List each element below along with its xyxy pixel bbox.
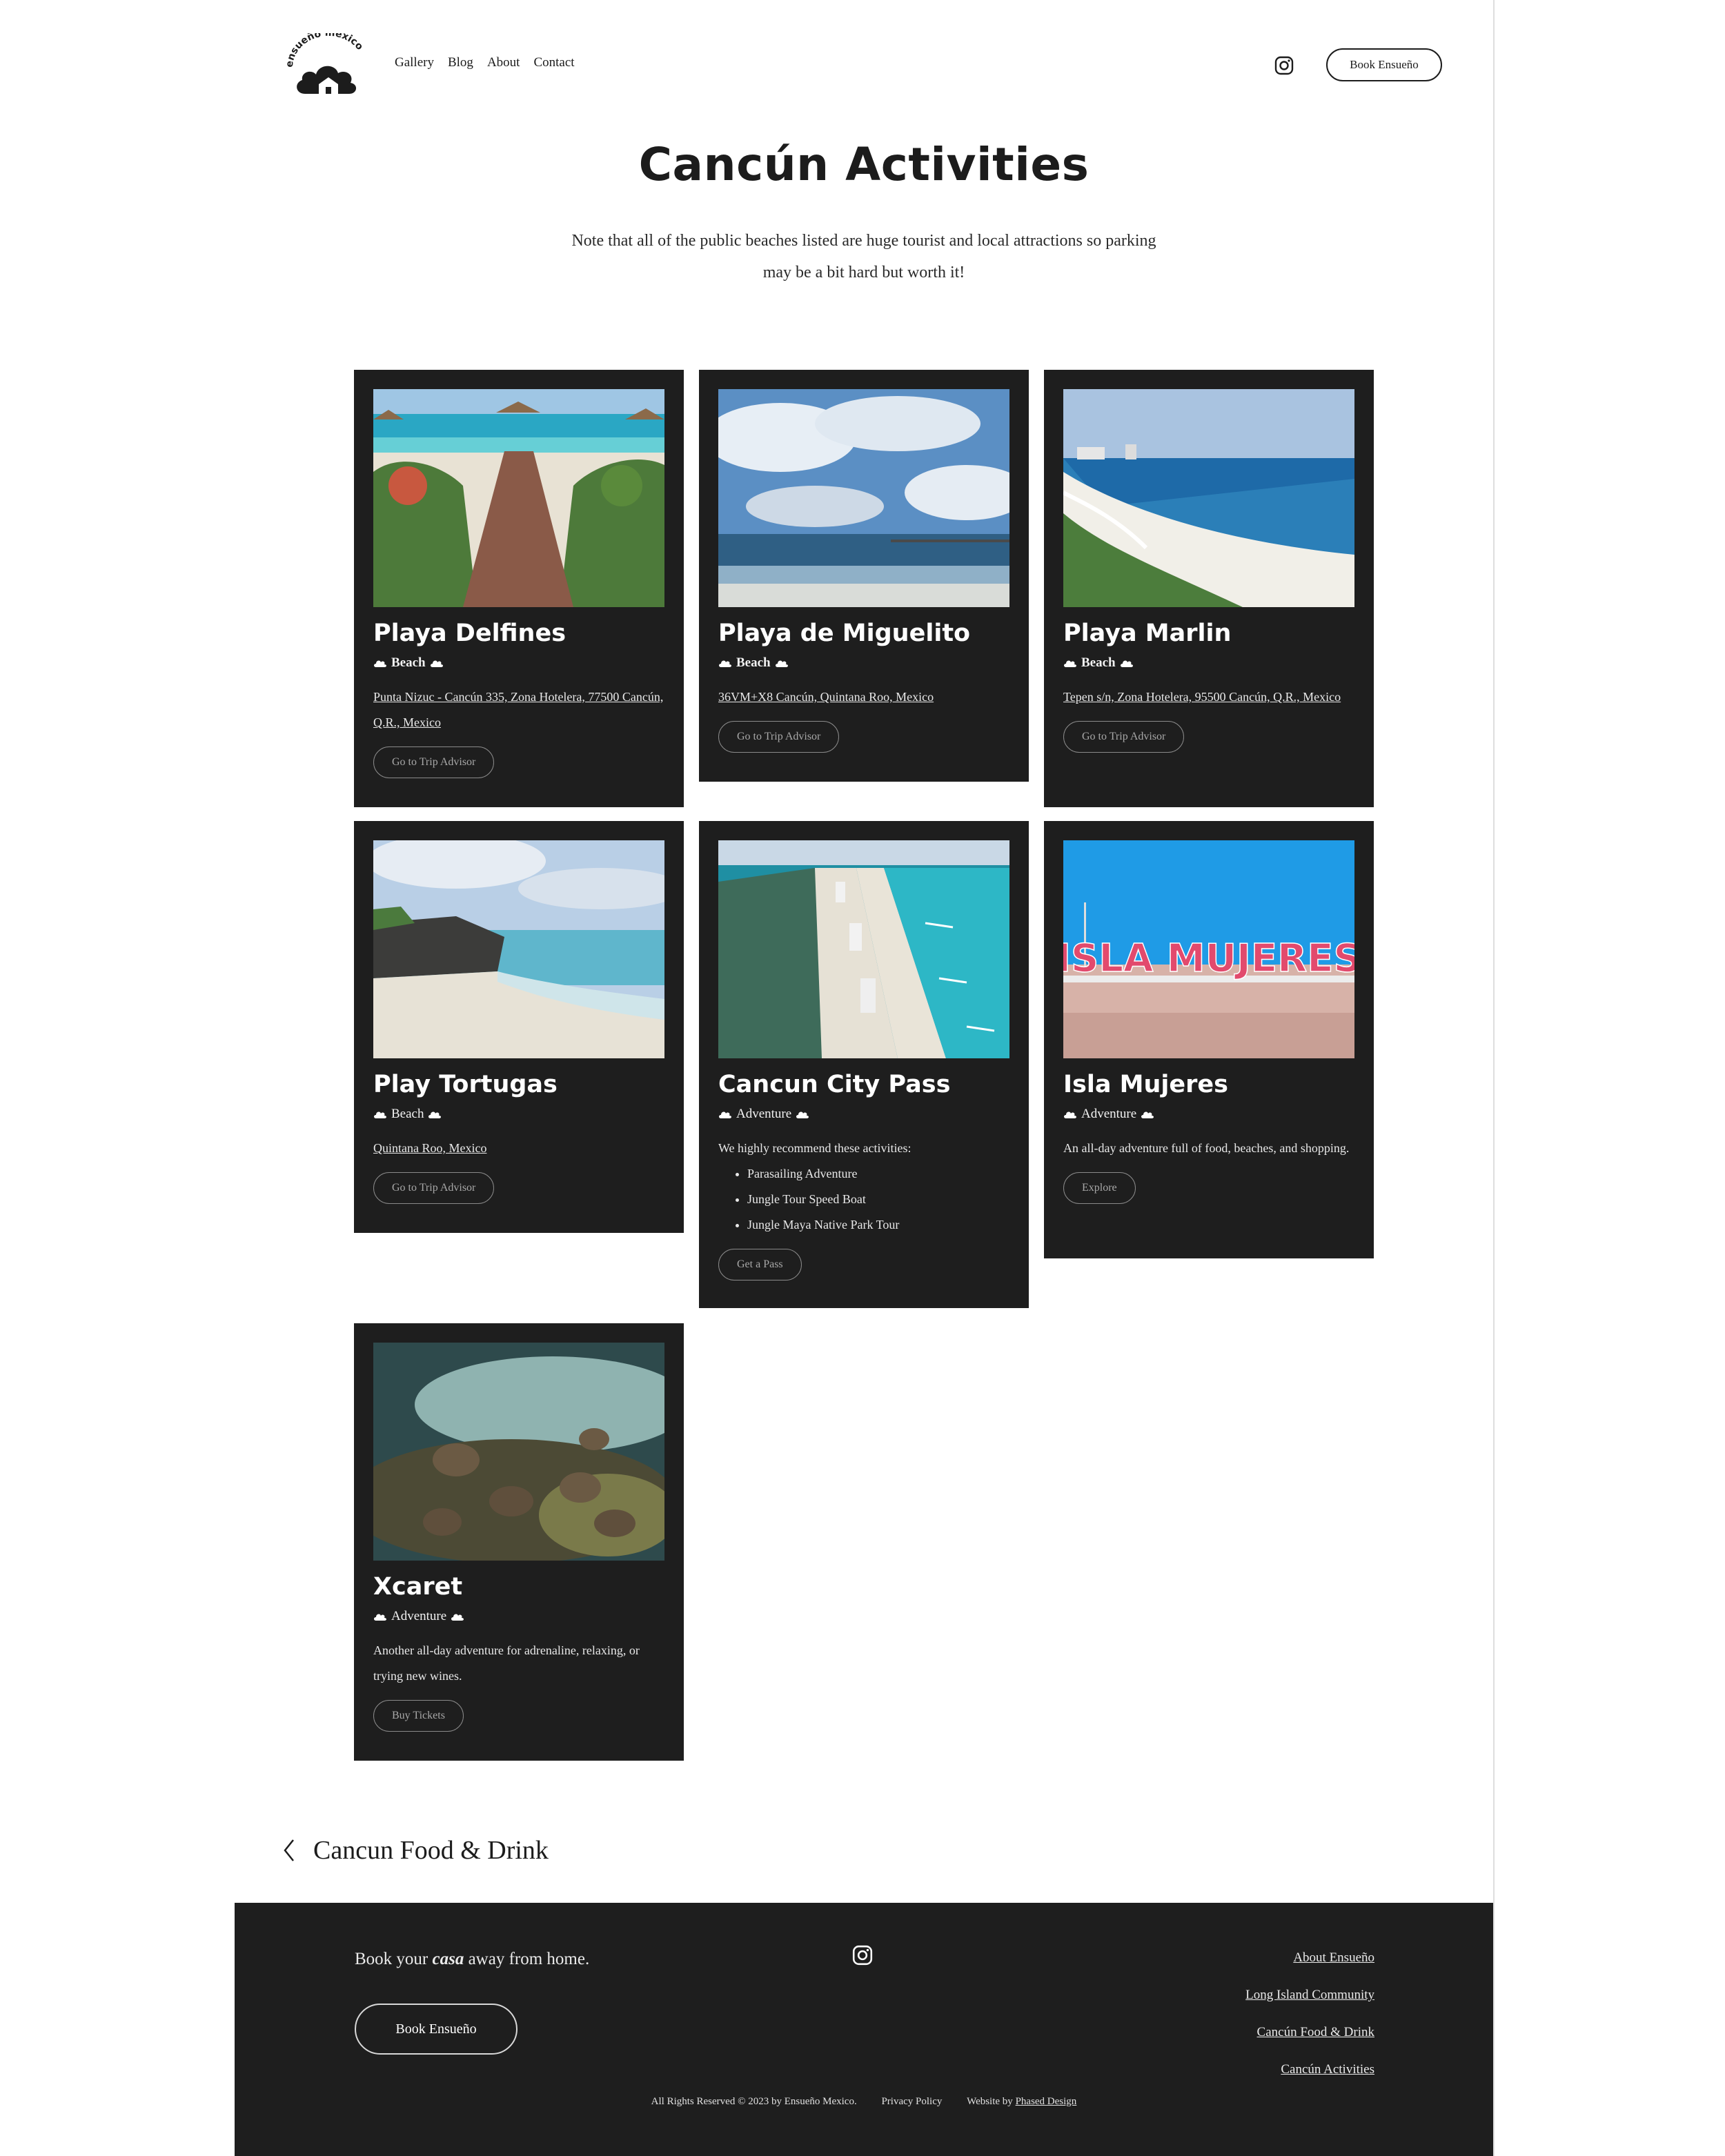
card-title: Xcaret — [373, 1573, 463, 1601]
card-tag: Adventure — [373, 1606, 664, 1627]
cloud-icon — [451, 1614, 464, 1621]
previous-post-link[interactable]: Cancun Food & Drink — [283, 1835, 549, 1866]
instagram-icon[interactable] — [1274, 55, 1294, 76]
activity-card: Playa Delfines Beach Punta Nizuc - Cancú… — [354, 370, 684, 807]
nav-gallery[interactable]: Gallery — [395, 55, 434, 70]
explore-button[interactable]: Explore — [1063, 1172, 1136, 1204]
svg-text:ISLA MUJERES: ISLA MUJERES — [1063, 936, 1354, 981]
main-nav: Gallery Blog About Contact — [395, 55, 575, 70]
card-tag: Beach — [1063, 653, 1354, 673]
svg-text:ensueño mexico: ensueño mexico — [284, 33, 366, 68]
beach-boardwalk-photo — [373, 389, 664, 607]
card-title: Playa Delfines — [373, 620, 566, 647]
cloud-icon — [1064, 660, 1076, 667]
footer: Book your casa away from home. Book Ensu… — [235, 1903, 1493, 2156]
card-tag: Adventure — [718, 1104, 1009, 1125]
footer-link-food-drink[interactable]: Cancún Food & Drink — [1245, 2023, 1374, 2041]
activity-card: Play Tortugas Beach Quintana Roo, Mexico… — [354, 821, 684, 1233]
cloud-icon — [1141, 1111, 1154, 1118]
page: ensueño mexico Gallery Blog About Contac… — [235, 0, 1495, 2156]
card-address-link[interactable]: 36VM+X8 Cancún, Quintana Roo, Mexico — [718, 684, 1009, 710]
footer-book-button[interactable]: Book Ensueño — [355, 2004, 518, 2055]
activity-card: Xcaret Adventure Another all-day adventu… — [354, 1323, 684, 1761]
cloud-icon — [428, 1111, 442, 1118]
card-tag: Beach — [373, 1104, 664, 1125]
card-title: Cancun City Pass — [718, 1071, 951, 1098]
get-pass-button[interactable]: Get a Pass — [718, 1249, 802, 1280]
isla-mujeres-sign-photo: ISLA MUJERES — [1063, 840, 1354, 1058]
trip-advisor-button[interactable]: Go to Trip Advisor — [1063, 721, 1185, 753]
activity-card: Playa Marlin Beach Tepen s/n, Zona Hotel… — [1044, 370, 1374, 807]
footer-tagline: Book your casa away from home. — [355, 1950, 590, 1968]
card-address-link[interactable]: Tepen s/n, Zona Hotelera, 95500 Cancún, … — [1063, 684, 1354, 710]
trip-advisor-button[interactable]: Go to Trip Advisor — [718, 721, 840, 753]
aerial-hotel-zone-photo — [718, 840, 1009, 1058]
beach-rocks-photo — [373, 840, 664, 1058]
card-title: Playa Marlin — [1063, 620, 1232, 647]
credit: Website by Phased Design — [967, 2096, 1077, 2107]
footer-link-activities[interactable]: Cancún Activities — [1245, 2060, 1374, 2079]
card-tag: Adventure — [1063, 1104, 1354, 1125]
cloud-icon — [374, 1614, 386, 1621]
card-description: Another all-day adventure for adrenaline… — [373, 1643, 640, 1683]
privacy-link[interactable]: Privacy Policy — [881, 2096, 942, 2107]
previous-post-label: Cancun Food & Drink — [313, 1836, 549, 1865]
activity-card: Playa de Miguelito Beach 36VM+X8 Cancún,… — [699, 370, 1029, 782]
card-address-link[interactable]: Punta Nizuc - Cancún 335, Zona Hotelera,… — [373, 684, 664, 735]
card-tag: Beach — [718, 653, 1009, 673]
card-description: We highly recommend these activities: Pa… — [718, 1136, 1009, 1238]
cloud-icon — [374, 1111, 386, 1118]
card-title: Isla Mujeres — [1063, 1071, 1228, 1098]
logo-icon: ensueño mexico — [284, 28, 366, 94]
chevron-left-icon — [284, 1839, 294, 1861]
list-item: Jungle Tour Speed Boat — [747, 1187, 1009, 1212]
cloud-icon — [1064, 1111, 1076, 1118]
ocean-clouds-photo — [718, 389, 1009, 607]
cloud-icon — [430, 660, 443, 667]
card-title: Play Tortugas — [373, 1071, 558, 1098]
buy-tickets-button[interactable]: Buy Tickets — [373, 1700, 464, 1732]
sea-turtles-photo — [373, 1343, 664, 1561]
nav-about[interactable]: About — [487, 55, 520, 70]
trip-advisor-button[interactable]: Go to Trip Advisor — [373, 1172, 495, 1204]
card-description: An all-day adventure full of food, beach… — [1063, 1141, 1350, 1155]
copyright: All Rights Reserved © 2023 by Ensueño Me… — [651, 2096, 857, 2107]
card-title: Playa de Miguelito — [718, 620, 971, 647]
cloud-icon — [719, 1111, 731, 1118]
activity-card: ISLA MUJERES Isla Mujeres Adventure An a… — [1044, 821, 1374, 1258]
designer-link[interactable]: Phased Design — [1016, 2096, 1077, 2107]
card-address-link[interactable]: Quintana Roo, Mexico — [373, 1136, 664, 1161]
card-tag: Beach — [373, 653, 664, 673]
cloud-icon — [775, 660, 788, 667]
cloud-icon — [374, 660, 386, 667]
page-title: Cancún Activities — [638, 138, 1090, 191]
footer-links: About Ensueño Long Island Community Canc… — [1245, 1948, 1374, 2097]
logo[interactable]: ensueño mexico — [283, 28, 373, 102]
footer-link-about[interactable]: About Ensueño — [1245, 1948, 1374, 1967]
cloud-icon — [1120, 660, 1133, 667]
book-ensueno-button[interactable]: Book Ensueño — [1326, 48, 1442, 81]
beach-coastline-photo — [1063, 389, 1354, 607]
nav-contact[interactable]: Contact — [533, 55, 574, 70]
list-item: Jungle Maya Native Park Tour — [747, 1212, 1009, 1238]
nav-blog[interactable]: Blog — [448, 55, 473, 70]
instagram-icon[interactable] — [851, 1944, 874, 1966]
cloud-icon — [796, 1111, 809, 1118]
list-item: Parasailing Adventure — [747, 1161, 1009, 1187]
activity-card: Cancun City Pass Adventure We highly rec… — [699, 821, 1029, 1308]
activities-list: Parasailing Adventure Jungle Tour Speed … — [718, 1161, 1009, 1238]
trip-advisor-button[interactable]: Go to Trip Advisor — [373, 746, 495, 778]
footer-link-community[interactable]: Long Island Community — [1245, 1986, 1374, 2004]
cloud-icon — [719, 660, 731, 667]
intro-text: Note that all of the public beaches list… — [571, 232, 1156, 281]
footer-bottom: All Rights Reserved © 2023 by Ensueño Me… — [235, 2096, 1493, 2108]
